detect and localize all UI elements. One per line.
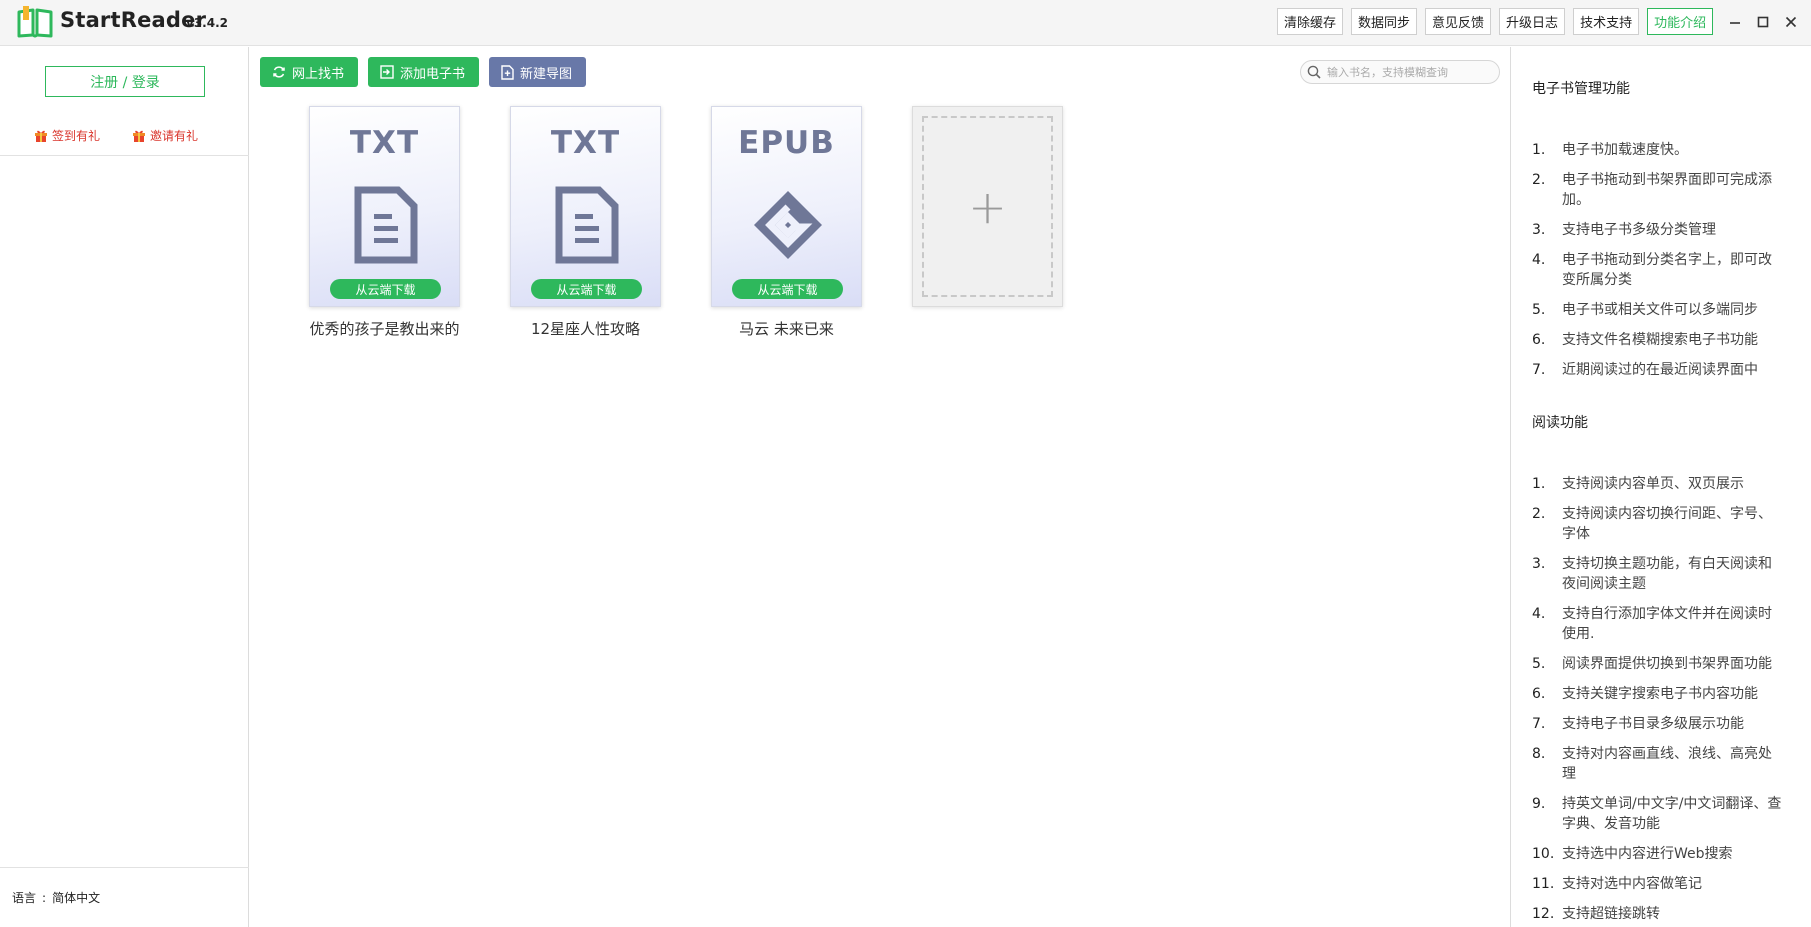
book-cover[interactable]: EPUB 从云端下载 (711, 106, 862, 307)
features-button[interactable]: 功能介绍 (1647, 8, 1714, 35)
download-from-cloud-button[interactable]: 从云端下载 (732, 279, 843, 299)
add-ebook-button[interactable]: 添加电子书 (368, 57, 480, 87)
new-mindmap-button[interactable]: 新建导图 (489, 57, 587, 87)
minimize-icon (1730, 22, 1740, 24)
close-button[interactable] (1783, 10, 1799, 34)
language-bar: 语言 : 简体中文 (0, 867, 249, 927)
invite-label: 邀请有礼 (150, 129, 199, 143)
add-ebook-label: 添加电子书 (400, 66, 466, 82)
ebook-management-list: 1. 电子书加载速度快。 2. 电子书拖动到书架界面即可完成添加。 3. 支持电子书多… (1532, 140, 1811, 380)
app-logo-icon (17, 6, 53, 38)
list-item: 10. 支持选中内容进行Web搜索 (1532, 846, 1733, 862)
features-panel: 电子书管理功能 1. 电子书加载速度快。 2. 电子书拖动到书架界面即可完成添加。 … (1510, 47, 1811, 927)
checkin-gift-link[interactable]: 签到有礼 (34, 127, 100, 144)
changelog-button[interactable]: 升级日志 (1499, 8, 1566, 35)
list-item: 9. 持英文单词/中文字/中文词翻译、查字典、发音功能 (1532, 796, 1782, 832)
language-label: 语言 (12, 891, 37, 905)
bookshelf-main: 网上找书 添加电子书 新建导图 TXT (250, 47, 1510, 927)
maximize-button[interactable] (1755, 10, 1771, 34)
download-from-cloud-button[interactable]: 从云端下载 (330, 279, 441, 299)
list-item: 2. 电子书拖动到书架界面即可完成添加。 (1532, 172, 1772, 208)
book-cover[interactable]: TXT 从云端下载 (309, 106, 460, 307)
book-card[interactable]: EPUB 从云端下载 马云 未来已来 (711, 106, 862, 339)
list-item: 5. 阅读界面提供切换到书架界面功能 (1532, 656, 1772, 672)
book-grid: TXT 从云端下载 优秀的孩子是教出来的 TXT 从云端下载 12星座人性攻略 … (309, 106, 1063, 339)
list-item: 7. 支持电子书目录多级展示功能 (1532, 716, 1744, 732)
data-sync-button[interactable]: 数据同步 (1351, 8, 1418, 35)
login-register-button[interactable]: 注册 / 登录 (45, 66, 205, 97)
feedback-button[interactable]: 意见反馈 (1425, 8, 1492, 35)
language-selector[interactable]: 简体中文 (52, 889, 100, 906)
search-icon (1307, 65, 1321, 79)
book-format: EPUB (738, 125, 835, 161)
list-item: 1. 支持阅读内容单页、双页展示 (1532, 476, 1744, 492)
gift-row: 签到有礼 邀请有礼 (34, 127, 198, 144)
tech-support-button[interactable]: 技术支持 (1573, 8, 1640, 35)
list-item: 11. 支持对选中内容做笔记 (1532, 876, 1702, 892)
list-item: 8. 支持对内容画直线、浪线、高亮处理 (1532, 746, 1772, 782)
list-item: 5. 电子书或相关文件可以多端同步 (1532, 302, 1758, 318)
language-separator: : (42, 890, 47, 905)
new-mindmap-label: 新建导图 (520, 66, 573, 82)
list-item: 4. 电子书拖动到分类名字上，即可改变所属分类 (1532, 252, 1772, 288)
epub-logo-icon (754, 191, 822, 259)
top-button-group: 清除缓存 数据同步 意见反馈 升级日志 技术支持 功能介绍 (1277, 8, 1714, 35)
book-card[interactable]: TXT 从云端下载 优秀的孩子是教出来的 (309, 106, 460, 339)
list-item: 6. 支持文件名模糊搜索电子书功能 (1532, 332, 1758, 348)
section-title-reading: 阅读功能 (1532, 415, 1588, 431)
text-document-icon (354, 186, 418, 264)
app-name: StartReader (60, 8, 207, 32)
text-document-icon (555, 186, 619, 264)
book-cover[interactable]: TXT 从云端下载 (510, 106, 661, 307)
toolbar: 网上找书 添加电子书 新建导图 (260, 57, 587, 87)
new-file-icon (501, 64, 514, 80)
list-item: 12. 支持超链接跳转 (1532, 906, 1660, 922)
checkin-label: 签到有礼 (52, 129, 101, 143)
list-item: 1. 电子书加载速度快。 (1532, 142, 1688, 158)
section-title-ebook-management: 电子书管理功能 (1532, 81, 1630, 97)
import-icon (380, 65, 394, 79)
search-input[interactable] (1327, 65, 1487, 79)
book-title: 12星座人性攻略 (530, 320, 641, 338)
list-item: 3. 支持电子书多级分类管理 (1532, 222, 1716, 238)
book-title: 马云 未来已来 (739, 320, 834, 338)
title-bar: StartReader v3.4.2 清除缓存 数据同步 意见反馈 升级日志 技… (0, 0, 1811, 46)
gift-icon (133, 130, 146, 142)
search-box (1300, 60, 1500, 84)
list-item: 6. 支持关键字搜索电子书内容功能 (1532, 686, 1758, 702)
book-title: 优秀的孩子是教出来的 (309, 320, 460, 338)
sidebar-divider (0, 155, 249, 156)
maximize-icon (1757, 16, 1769, 28)
list-item: 3. 支持切换主题功能，有白天阅读和夜间阅读主题 (1532, 556, 1772, 592)
download-from-cloud-button[interactable]: 从云端下载 (531, 279, 642, 299)
list-item: 2. 支持阅读内容切换行间距、字号、字体 (1532, 506, 1772, 542)
book-format: TXT (349, 125, 420, 161)
app-version: v3.4.2 (186, 16, 228, 30)
plus-icon: + (968, 179, 1007, 234)
list-item: 4. 支持自行添加字体文件并在阅读时使用. (1532, 606, 1772, 642)
reading-features-list: 1. 支持阅读内容单页、双页展示 2. 支持阅读内容切换行间距、字号、字体 3. 支持… (1532, 474, 1811, 924)
invite-gift-link[interactable]: 邀请有礼 (132, 127, 198, 144)
close-icon (1785, 16, 1797, 28)
clear-cache-button[interactable]: 清除缓存 (1277, 8, 1344, 35)
list-item: 7. 近期阅读过的在最近阅读界面中 (1532, 362, 1758, 378)
book-card[interactable]: TXT 从云端下载 12星座人性攻略 (510, 106, 661, 339)
add-book-dropzone[interactable]: + (922, 116, 1053, 297)
find-books-online-button[interactable]: 网上找书 (260, 57, 359, 87)
gift-icon (35, 130, 47, 142)
window-controls (1727, 10, 1799, 34)
minimize-button[interactable] (1727, 10, 1743, 34)
left-sidebar: 注册 / 登录 签到有礼 邀请有礼 语言 : 简体中文 (0, 47, 249, 927)
add-book-card[interactable]: + (912, 106, 1063, 307)
find-books-online-label: 网上找书 (292, 66, 345, 82)
refresh-icon (273, 66, 285, 78)
book-format: TXT (550, 125, 621, 161)
